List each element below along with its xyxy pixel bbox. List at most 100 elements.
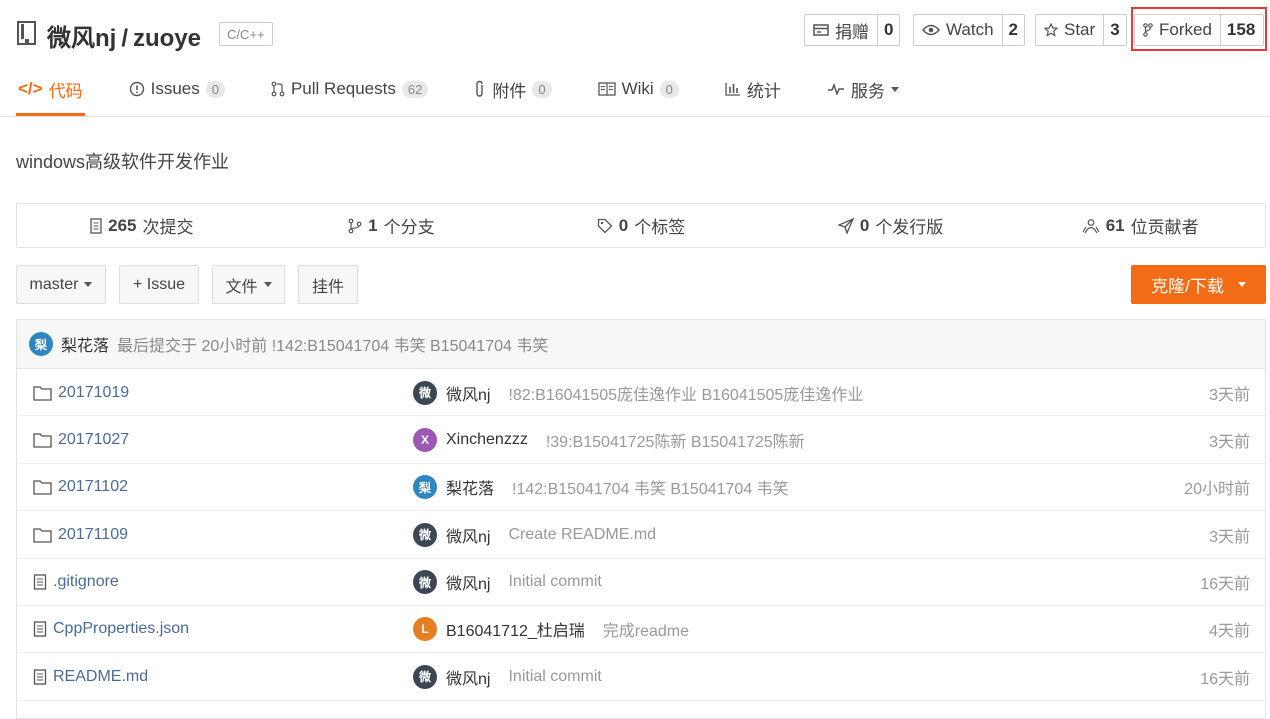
branch-select[interactable]: master — [16, 265, 106, 304]
tab-wiki[interactable]: Wiki 0 — [596, 66, 681, 112]
commit-author[interactable]: 微风nj — [446, 381, 490, 405]
repo-stats-bar: 265 次提交 1 个分支 0 个标签 0 个发行版 61 位贡献者 — [16, 203, 1266, 248]
commit-message[interactable]: !82:B16041505庞佳逸作业 B16041505庞佳逸作业 — [508, 381, 863, 405]
avatar[interactable]: 微 — [413, 664, 437, 689]
branch-icon — [348, 218, 362, 233]
pull-request-icon — [271, 81, 285, 97]
widget-button[interactable]: 挂件 — [298, 265, 358, 304]
contributor-count: 61 — [1105, 215, 1125, 235]
commit-author[interactable]: B16041712_杜启瑞 — [446, 617, 585, 641]
tab-pull-requests[interactable]: Pull Requests 62 — [269, 66, 430, 112]
language-badge[interactable]: C/C++ — [219, 22, 273, 46]
table-row: 20171102 梨梨花落 !142:B15041704 韦笑 B15041704 … — [17, 464, 1265, 512]
commit-time: 3天前 — [1209, 528, 1250, 546]
chevron-down-icon — [84, 282, 93, 287]
commit-message[interactable]: Initial commit — [508, 573, 601, 591]
star-label: Star — [1064, 20, 1096, 39]
tab-code-label: 代码 — [48, 81, 83, 101]
stat-contributors[interactable]: 61 位贡献者 — [1015, 204, 1265, 247]
file-name: 20171102 — [58, 478, 128, 496]
new-issue-button[interactable]: + Issue — [119, 265, 199, 304]
file-name: 20171027 — [58, 430, 130, 448]
commit-count: 265 — [108, 215, 137, 235]
file-name-link[interactable]: 20171109 — [33, 511, 128, 558]
avatar[interactable]: 微 — [413, 380, 437, 405]
commit-message[interactable]: Initial commit — [508, 668, 601, 686]
file-name-link[interactable]: README.md — [33, 653, 148, 700]
tab-issues[interactable]: Issues 0 — [127, 66, 227, 112]
tab-stats[interactable]: 统计 — [723, 66, 783, 112]
files-menu-button[interactable]: 文件 — [212, 265, 285, 304]
wiki-icon — [597, 82, 616, 96]
commit-info: L B16041712_杜启瑞 完成readme — [413, 606, 689, 653]
commit-message[interactable]: Create README.md — [508, 526, 656, 544]
donate-label: 捐赠 — [835, 22, 869, 42]
folder-icon — [33, 479, 52, 495]
tab-services-label: 服务 — [850, 81, 885, 101]
watch-count[interactable]: 2 — [1001, 15, 1024, 45]
commit-info: 微微风nj Initial commit — [413, 653, 602, 700]
tab-attachments[interactable]: 附件 0 — [472, 66, 553, 112]
owner-link[interactable]: 微风nj — [47, 25, 116, 52]
watch-button[interactable]: Watch 2 — [913, 14, 1026, 46]
folder-icon — [33, 527, 52, 543]
stat-branches[interactable]: 1 个分支 — [267, 204, 517, 247]
repo-name-link[interactable]: zuoye — [133, 25, 201, 52]
commit-message[interactable]: 完成readme — [603, 617, 689, 641]
avatar[interactable]: 梨 — [413, 475, 437, 500]
avatar[interactable]: 微 — [413, 522, 437, 547]
file-name-link[interactable]: 20171019 — [33, 369, 129, 416]
title-separator: / — [121, 25, 128, 52]
clone-download-label: 克隆/下载 — [1151, 277, 1224, 296]
donate-count[interactable]: 0 — [877, 15, 899, 45]
stat-commits[interactable]: 265 次提交 — [17, 204, 267, 247]
branch-label: 个分支 — [383, 218, 435, 237]
repo-description: windows高级软件开发作业 — [16, 152, 230, 172]
file-name: CppProperties.json — [53, 620, 190, 638]
tab-services[interactable]: 服务 — [825, 66, 901, 112]
star-icon — [1044, 23, 1058, 37]
code-icon: </> — [18, 79, 43, 98]
commit-author[interactable]: 梨花落 — [446, 475, 494, 499]
last-commit-message[interactable]: 最后提交于 20小时前 !142:B15041704 韦笑 B15041704 … — [117, 332, 548, 356]
issues-count-badge: 0 — [205, 80, 225, 98]
stat-releases[interactable]: 0 个发行版 — [766, 204, 1016, 247]
avatar[interactable]: 微 — [413, 570, 437, 595]
commit-author[interactable]: 微风nj — [446, 570, 490, 594]
commit-message[interactable]: !39:B15041725陈新 B15041725陈新 — [546, 428, 805, 452]
tab-code[interactable]: </> 代码 — [16, 66, 85, 116]
clone-download-button[interactable]: 克隆/下载 — [1131, 265, 1266, 304]
commit-author[interactable]: Xinchenzzz — [446, 431, 528, 449]
release-icon — [837, 217, 854, 234]
commit-author[interactable]: 微风nj — [446, 665, 490, 689]
donate-button[interactable]: 捐赠 0 — [804, 14, 901, 46]
last-commit-bar: 梨 梨花落 最后提交于 20小时前 !142:B15041704 韦笑 B150… — [17, 320, 1265, 369]
commit-author[interactable]: 微风nj — [446, 523, 490, 547]
file-name-link[interactable]: CppProperties.json — [33, 606, 189, 653]
commit-info: X Xinchenzzz !39:B15041725陈新 B15041725陈新 — [413, 416, 805, 463]
stat-tags[interactable]: 0 个标签 — [516, 204, 766, 247]
file-name-link[interactable]: 20171102 — [33, 464, 128, 511]
commit-info: 微微风nj Initial commit — [413, 559, 602, 606]
commit-time: 16天前 — [1200, 576, 1250, 594]
table-row: 20171109 微微风nj Create README.md 3天前 — [17, 511, 1265, 559]
issue-icon — [129, 81, 144, 97]
branch-select-label: master — [29, 275, 79, 293]
repo-header: 微风nj / zuoye C/C++ 捐赠 0 Watch 2 Star 3 For… — [0, 0, 1270, 117]
file-name-link[interactable]: 20171027 — [33, 416, 129, 463]
commit-message[interactable]: !142:B15041704 韦笑 B15041704 韦笑 — [512, 475, 789, 499]
avatar[interactable]: 梨 — [29, 332, 53, 356]
tab-pull-requests-label: Pull Requests — [290, 79, 396, 98]
last-commit-author[interactable]: 梨花落 — [61, 332, 109, 356]
branch-count: 1 — [368, 215, 378, 235]
star-count[interactable]: 3 — [1103, 15, 1125, 45]
release-count: 0 — [859, 215, 870, 235]
forked-highlight-box — [1131, 7, 1267, 51]
tag-icon — [597, 218, 613, 233]
eye-icon — [922, 24, 940, 36]
star-button[interactable]: Star 3 — [1035, 14, 1127, 46]
tag-count: 0 — [618, 215, 629, 235]
file-name-link[interactable]: .gitignore — [33, 559, 119, 606]
avatar[interactable]: X — [413, 427, 437, 452]
avatar[interactable]: L — [413, 617, 437, 642]
